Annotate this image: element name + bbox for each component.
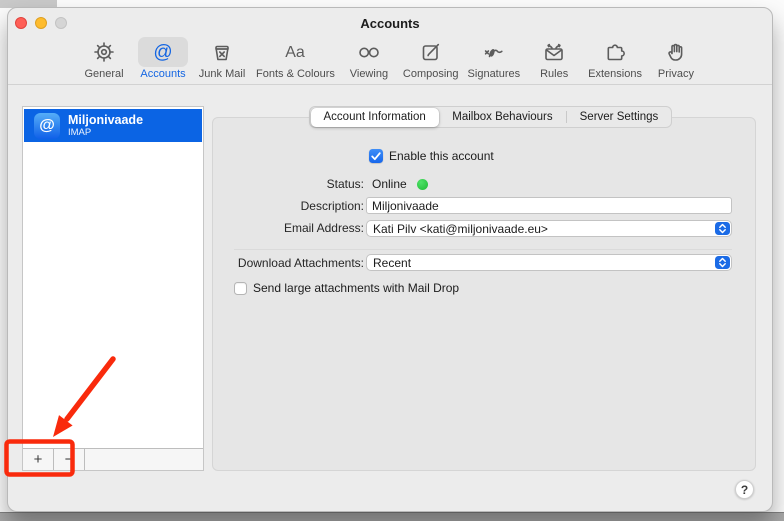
toolbar-item-accounts[interactable]: @ Accounts [138, 37, 188, 80]
toolbar-item-general[interactable]: General [79, 37, 129, 80]
help-button[interactable]: ? [735, 480, 754, 499]
window-title: Accounts [8, 16, 772, 31]
preferences-window: Accounts General @ Accounts [7, 7, 773, 512]
fonts-icon: Aa [282, 39, 308, 65]
toolbar-item-label: Extensions [588, 68, 642, 80]
envelope-arrows-icon [541, 39, 567, 65]
accounts-list: @ Miljonivaade IMAP + − [22, 106, 204, 471]
hand-icon [663, 39, 689, 65]
description-label: Description: [204, 199, 364, 213]
account-type: IMAP [68, 127, 143, 138]
junk-basket-icon [209, 39, 235, 65]
maildrop-label: Send large attachments with Mail Drop [253, 281, 459, 295]
toolbar-item-label: Composing [403, 68, 459, 80]
status-value: Online [372, 177, 407, 191]
enable-account-row: Enable this account [369, 149, 494, 163]
svg-text:Aa: Aa [286, 44, 306, 61]
gear-icon [91, 39, 117, 65]
toolbar-item-label: Privacy [658, 68, 694, 80]
titlebar: Accounts General @ Accounts [8, 8, 772, 85]
download-attachments-select[interactable]: Recent [366, 254, 732, 271]
add-account-button[interactable]: + [23, 449, 54, 470]
toolbar-item-label: Signatures [468, 68, 521, 80]
background-window-strip [0, 512, 784, 521]
at-app-icon: @ [34, 113, 60, 139]
download-attachments-label: Download Attachments: [204, 256, 364, 270]
toolbar-item-label: General [84, 68, 123, 80]
svg-text:@: @ [153, 42, 172, 63]
enable-account-label: Enable this account [389, 149, 494, 163]
section-divider [234, 249, 732, 250]
tab-mailbox-behaviours[interactable]: Mailbox Behaviours [439, 107, 565, 127]
toolbar-item-label: Junk Mail [199, 68, 245, 80]
checkmark-icon [369, 149, 383, 163]
select-stepper-icon [715, 256, 730, 269]
account-name: Miljonivaade [68, 113, 143, 127]
toolbar-item-viewing[interactable]: Viewing [344, 37, 394, 80]
toolbar-item-label: Viewing [350, 68, 388, 80]
download-attachments-value: Recent [367, 256, 715, 270]
status-online-dot [417, 179, 428, 190]
toolbar-item-label: Rules [540, 68, 568, 80]
account-list-item-selected[interactable]: @ Miljonivaade IMAP [24, 109, 202, 142]
compose-icon [418, 39, 444, 65]
toolbar-item-label: Fonts & Colours [256, 68, 335, 80]
status-label: Status: [204, 177, 364, 191]
glasses-icon [356, 39, 382, 65]
tab-bar: Account Information Mailbox Behaviours S… [309, 106, 672, 128]
tab-account-information[interactable]: Account Information [311, 108, 439, 127]
toolbar-item-rules[interactable]: Rules [529, 37, 579, 80]
description-input[interactable] [366, 197, 732, 214]
select-stepper-icon [715, 222, 730, 235]
email-address-label: Email Address: [204, 221, 364, 235]
toolbar-item-label: Accounts [140, 68, 185, 80]
remove-account-button[interactable]: − [54, 449, 85, 470]
toolbar-item-privacy[interactable]: Privacy [651, 37, 701, 80]
at-icon: @ [150, 39, 176, 65]
maildrop-row: Send large attachments with Mail Drop [234, 281, 459, 295]
email-address-value: Kati Pilv <kati@miljonivaade.eu> [367, 222, 715, 236]
toolbar-item-junk-mail[interactable]: Junk Mail [197, 37, 247, 80]
toolbar-item-composing[interactable]: Composing [403, 37, 459, 80]
preferences-toolbar: General @ Accounts Junk Mail Aa [8, 37, 772, 85]
email-address-select[interactable]: Kati Pilv <kati@miljonivaade.eu> [366, 220, 732, 237]
toolbar-item-fonts-colours[interactable]: Aa Fonts & Colours [256, 37, 335, 80]
signature-icon [481, 39, 507, 65]
toolbar-item-extensions[interactable]: Extensions [588, 37, 642, 80]
tab-server-settings[interactable]: Server Settings [567, 107, 672, 127]
maildrop-checkbox[interactable] [234, 282, 247, 295]
enable-account-checkbox[interactable] [369, 149, 383, 163]
toolbar-item-signatures[interactable]: Signatures [468, 37, 521, 80]
accounts-list-footer: + − [23, 448, 203, 470]
puzzle-icon [602, 39, 628, 65]
